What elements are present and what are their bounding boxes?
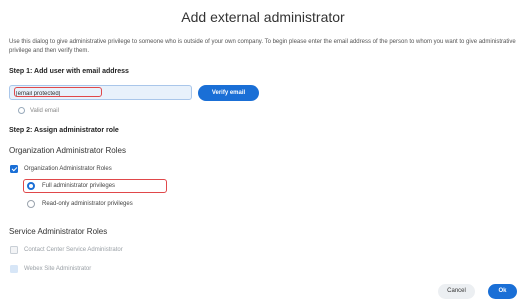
dialog-intro: Use this dialog to give administrative p… [9, 39, 516, 54]
full-privileges-label: Full administrator privileges [42, 183, 116, 189]
status-circle-icon [18, 107, 25, 114]
org-roles-checkbox-label: Organization Administrator Roles [24, 166, 112, 172]
webex-site-checkbox[interactable] [10, 265, 18, 273]
valid-email-status: Valid email [18, 107, 59, 114]
org-roles-section-title: Organization Administrator Roles [9, 146, 126, 155]
verify-email-button[interactable]: Verify email [198, 85, 259, 101]
contact-center-checkbox[interactable] [10, 246, 18, 254]
dialog-title: Add external administrator [181, 9, 345, 25]
ok-button[interactable]: Ok [488, 284, 517, 299]
valid-email-label: Valid email [30, 108, 59, 115]
contact-center-label: Contact Center Service Administrator [24, 247, 123, 253]
step1-heading: Step 1: Add user with email address [9, 68, 129, 75]
step2-heading: Step 2: Assign administrator role [9, 127, 119, 134]
full-privileges-radio[interactable] [27, 182, 35, 190]
webex-site-label: Webex Site Administrator [24, 266, 92, 272]
org-roles-checkbox[interactable] [10, 165, 18, 173]
cancel-button[interactable]: Cancel [438, 284, 475, 299]
read-only-privileges-radio[interactable] [27, 200, 35, 208]
read-only-privileges-label: Read-only administrator privileges [42, 201, 133, 207]
service-roles-section-title: Service Administrator Roles [9, 227, 108, 236]
email-highlight-box [14, 87, 102, 97]
